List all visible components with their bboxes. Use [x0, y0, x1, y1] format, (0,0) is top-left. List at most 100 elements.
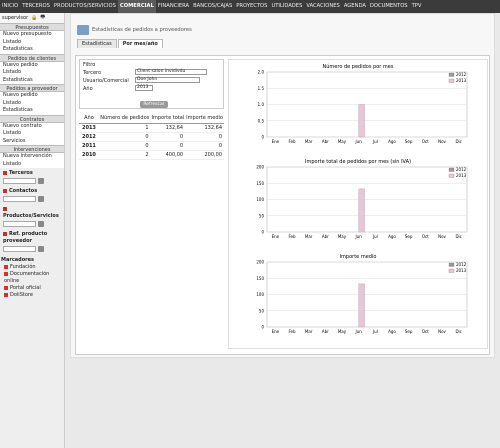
- table-cell: 2: [98, 150, 151, 160]
- search-terceros-input[interactable]: [3, 178, 36, 184]
- menu-item[interactable]: Estadisticas: [0, 107, 64, 115]
- user-name[interactable]: supervisor: [2, 15, 28, 21]
- x-tick-label: Jul: [372, 329, 378, 334]
- nav-item[interactable]: PRODUCTOS/SERVICIOS: [52, 0, 118, 13]
- menu-item[interactable]: Listado: [0, 130, 64, 138]
- nav-item[interactable]: FINANCIERA: [156, 0, 191, 13]
- search-refprov-button[interactable]: [38, 246, 44, 252]
- search-refprov-input[interactable]: [3, 246, 36, 252]
- filter-box: Filtro Tercero Client salon invidivdu Us…: [79, 59, 224, 109]
- x-tick-label: Dic: [455, 329, 461, 334]
- bookmark-item[interactable]: DoliStore: [1, 292, 63, 299]
- bookmark-icon: [4, 292, 8, 297]
- bar: [358, 104, 365, 138]
- menu-item[interactable]: Listado: [0, 161, 64, 169]
- menu-section-title[interactable]: Presupuestos: [0, 23, 64, 31]
- lock-icon[interactable]: 🔒: [31, 15, 37, 21]
- menu-item[interactable]: Listado: [0, 100, 64, 108]
- stats-table: Año Número de pedidos Importe total Importe…: [79, 113, 224, 160]
- refresh-button[interactable]: Refrescar: [140, 101, 168, 108]
- chart-title: Importe total de pedidos por mes (sin IV…: [305, 159, 411, 165]
- search-terceros-button[interactable]: [38, 178, 44, 184]
- bookmark-item[interactable]: Fundación: [1, 264, 63, 271]
- menu-item[interactable]: Nueva intervención: [0, 153, 64, 161]
- nav-item[interactable]: UTILIDADES: [269, 0, 304, 13]
- bookmarks-title: Marcadores: [1, 257, 35, 263]
- menu-item[interactable]: Nuevo pedido: [0, 62, 64, 70]
- nav-item[interactable]: TERCEROS: [20, 0, 52, 13]
- search-terceros-label: Terceros: [9, 170, 33, 176]
- bookmark-label: Fundación: [10, 264, 36, 270]
- menu-item[interactable]: Nuevo pedido: [0, 92, 64, 100]
- x-tick-label: Ene: [272, 234, 280, 239]
- nav-item[interactable]: AGENDA: [342, 0, 368, 13]
- menu-section-title[interactable]: Pedidos de clientes: [0, 53, 64, 62]
- table-header: Importe total: [150, 113, 186, 124]
- nav-item[interactable]: PROYECTOS: [234, 0, 269, 13]
- nav-item[interactable]: INICIO: [0, 0, 20, 13]
- product-icon: [3, 231, 7, 236]
- x-tick-label: Nov: [438, 139, 446, 144]
- table-cell: 0: [185, 132, 224, 142]
- search-terceros: Terceros: [0, 168, 64, 186]
- x-tick-label: Sep: [405, 139, 413, 144]
- tab[interactable]: Por mes/año: [117, 39, 163, 48]
- search-productos-button[interactable]: [38, 221, 44, 227]
- menu-item[interactable]: Estadisticas: [0, 46, 64, 54]
- menu-item[interactable]: Nuevo contrato: [0, 123, 64, 131]
- nav-item[interactable]: BANCOS/CAJAS: [191, 0, 234, 13]
- search-contactos-button[interactable]: [38, 196, 44, 202]
- nav-item[interactable]: COMERCIAL: [117, 0, 156, 13]
- y-tick-label: 100: [256, 197, 264, 202]
- menu-item[interactable]: Nuevo presupuesto: [0, 31, 64, 39]
- x-tick-label: Feb: [288, 139, 296, 144]
- bookmark-label: Documentación online: [4, 271, 50, 284]
- page-title-text: Estadísticas de pedidos a proveedores: [92, 27, 192, 33]
- tercero-select[interactable]: Client salon invidivdu: [135, 69, 207, 75]
- folder-icon: [77, 25, 89, 35]
- legend-swatch: [448, 268, 455, 273]
- year-select[interactable]: 2013: [135, 85, 153, 91]
- y-tick-label: 200: [256, 260, 264, 265]
- y-tick-label: 150: [256, 276, 264, 281]
- tabs: Estadísticas Por mes/año: [77, 39, 494, 48]
- search-contactos-input[interactable]: [3, 196, 36, 202]
- nav-item[interactable]: VACACIONES: [304, 0, 341, 13]
- menu-section-title[interactable]: Intervenciones: [0, 145, 64, 153]
- x-tick-label: Dic: [455, 139, 461, 144]
- menu-section-title[interactable]: Pedidos a proveedor: [0, 84, 64, 92]
- x-tick-label: Abr: [322, 139, 329, 144]
- x-tick-label: Nov: [438, 234, 446, 239]
- table-row: 2013 1 132,64 132,64: [79, 123, 224, 133]
- menu-item[interactable]: Servicios: [0, 138, 64, 146]
- legend-label: 2013: [456, 268, 467, 273]
- y-tick-label: 150: [256, 181, 264, 186]
- menu-section-title[interactable]: Contratos: [0, 114, 64, 123]
- bookmark-item[interactable]: Portal oficial: [1, 285, 63, 292]
- table-cell: 132,64: [150, 123, 186, 133]
- table-cell: 2011: [79, 141, 99, 151]
- x-tick-label: Mar: [305, 329, 313, 334]
- printer-icon[interactable]: 🖶: [40, 14, 45, 22]
- table-cell: 2013: [79, 123, 99, 133]
- charts-panel: Número de pedidos por mes 0 0.5 1.0 1.5 2.0 En…: [228, 59, 488, 349]
- menu-item[interactable]: Estadisticas: [0, 77, 64, 85]
- tab[interactable]: Estadísticas: [77, 39, 117, 48]
- bar: [358, 283, 365, 328]
- legend-swatch: [448, 167, 455, 172]
- bookmark-icon: [4, 271, 8, 276]
- bookmark-item[interactable]: Documentación online: [1, 271, 63, 285]
- nav-item[interactable]: TPV: [410, 0, 424, 13]
- menu-item[interactable]: Listado: [0, 39, 64, 47]
- nav-item[interactable]: DOCUMENTOS: [368, 0, 410, 13]
- menu-item[interactable]: Listado: [0, 69, 64, 77]
- user-select[interactable]: Doe John: [135, 77, 200, 83]
- x-tick-label: May: [338, 139, 347, 144]
- y-tick-label: 1.5: [258, 86, 265, 91]
- table-row: 2011 0 0 0: [79, 141, 224, 151]
- x-tick-label: Jun: [355, 329, 363, 334]
- table-row: 2012 0 0 0: [79, 132, 224, 142]
- search-productos-input[interactable]: [3, 221, 36, 227]
- chart-title: Importe medio: [340, 254, 377, 260]
- x-tick-label: Dic: [455, 234, 461, 239]
